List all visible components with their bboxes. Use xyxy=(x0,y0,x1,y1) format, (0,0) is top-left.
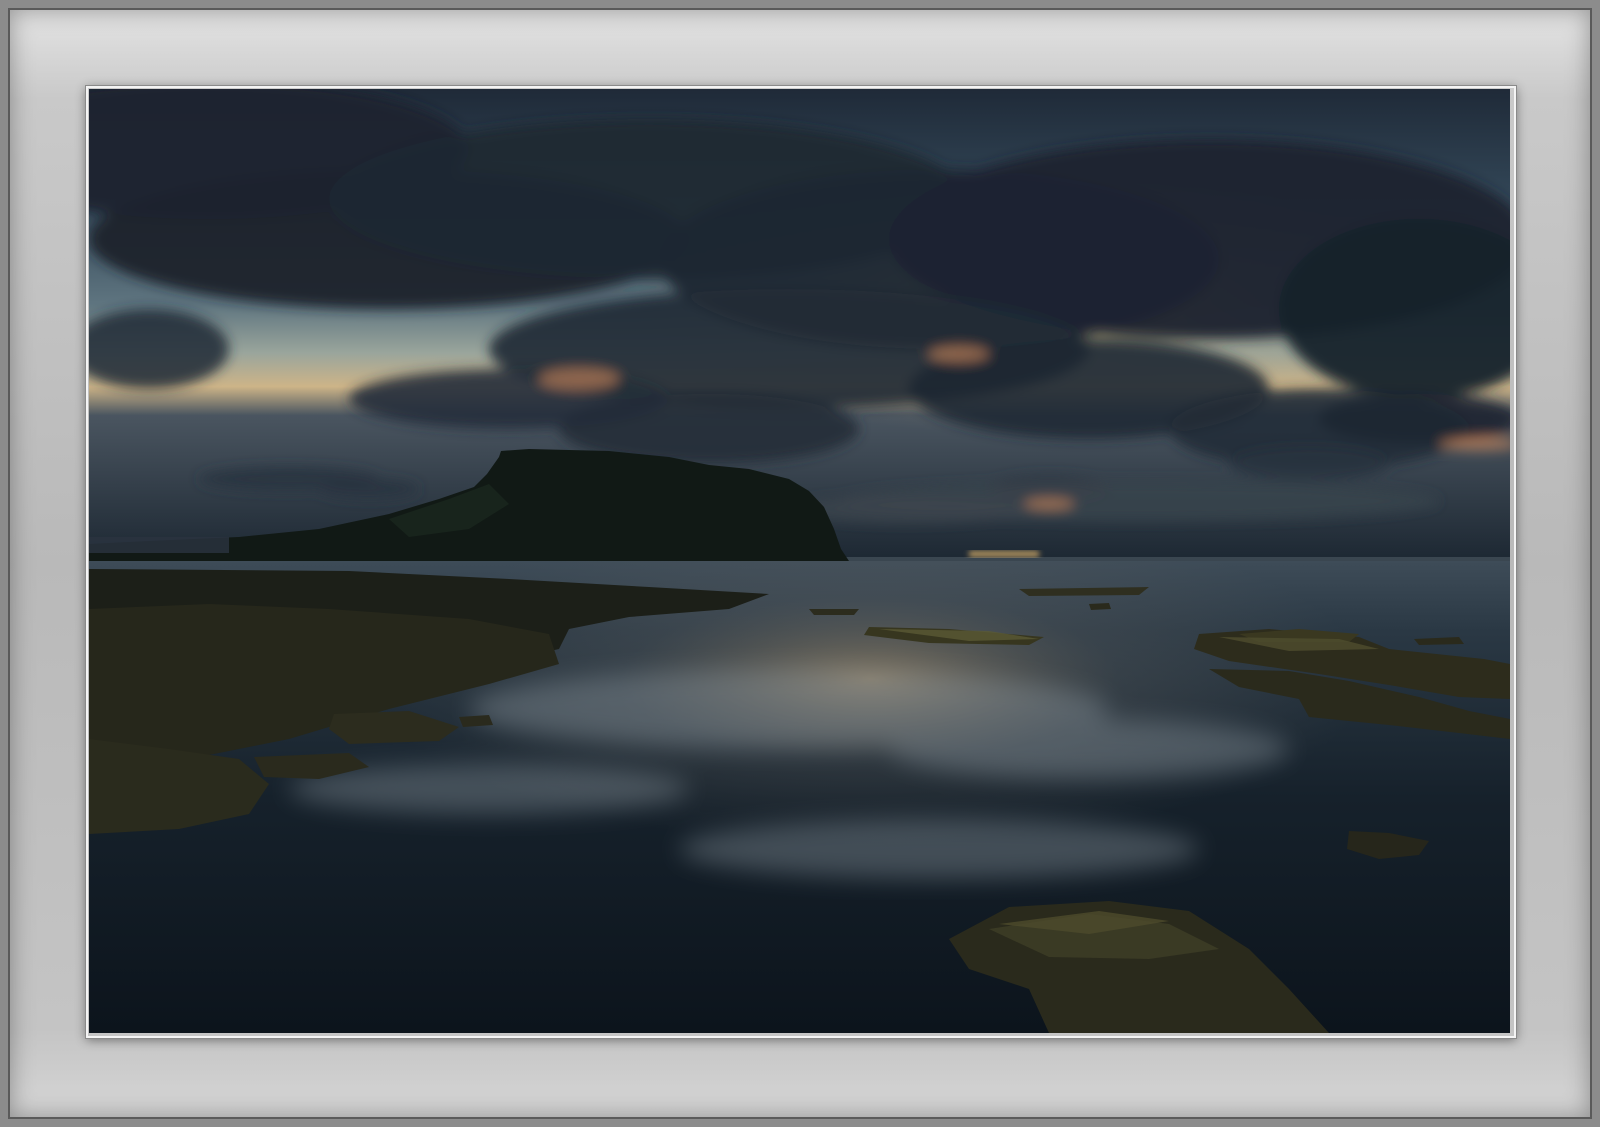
landscape-photo xyxy=(89,89,1510,1033)
scene-svg xyxy=(89,89,1510,1033)
rock xyxy=(809,609,859,615)
reflection-streak xyxy=(889,719,1289,779)
outer-frame xyxy=(0,0,1600,1127)
cloud xyxy=(1229,446,1389,482)
village xyxy=(89,537,229,553)
cloud xyxy=(319,479,419,499)
horizon-sun-spot xyxy=(969,551,1039,557)
cloud-highlight xyxy=(539,369,619,389)
cloud-highlight xyxy=(1024,498,1074,510)
cloud xyxy=(1319,394,1510,444)
rock xyxy=(459,715,493,727)
reflection-streak xyxy=(679,819,1199,879)
rock xyxy=(1089,603,1111,610)
cloud-highlight xyxy=(929,346,989,362)
